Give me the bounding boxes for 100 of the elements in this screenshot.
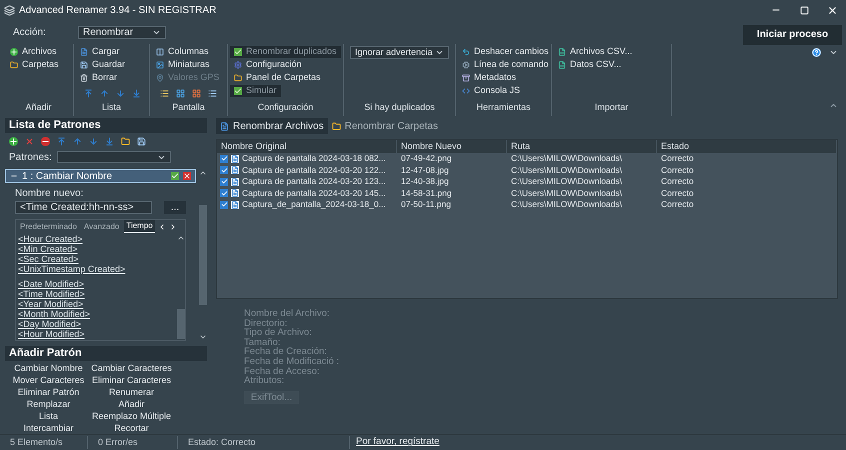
ribbon-button[interactable]: Metadatos bbox=[458, 72, 520, 84]
tag-link[interactable]: <Month Modified> bbox=[18, 309, 90, 319]
register-link[interactable]: Por favor, regístrate bbox=[356, 435, 440, 450]
ribbon-button[interactable]: Borrar bbox=[76, 72, 122, 84]
ribbon-button[interactable]: Deshacer cambios bbox=[458, 46, 553, 58]
method-button[interactable]: Eliminar Caracteres bbox=[90, 374, 173, 386]
ribbon-button[interactable]: Consola JS bbox=[458, 85, 524, 97]
detail-label: Fecha de Acceso: bbox=[244, 366, 321, 376]
arrow-down-icon bbox=[89, 137, 98, 146]
folder-icon bbox=[332, 122, 341, 130]
toggle-button[interactable]: Renombrar duplicados bbox=[230, 46, 341, 58]
delete-icon bbox=[80, 74, 88, 82]
code-icon bbox=[462, 87, 470, 95]
method-button[interactable]: Reemplazo Múltiple bbox=[90, 410, 173, 422]
method-button[interactable]: Recortar bbox=[90, 422, 173, 434]
collapse-icon bbox=[829, 101, 838, 110]
tag-link[interactable]: <Day Modified> bbox=[18, 319, 82, 329]
tag-link[interactable]: <Hour Modified> bbox=[18, 329, 85, 339]
method-button[interactable]: Cambiar Caracteres bbox=[90, 362, 173, 374]
tag-link[interactable]: <Time Modified> bbox=[18, 289, 85, 299]
arrow-up-bar-icon bbox=[84, 89, 93, 98]
chevron-right-icon bbox=[168, 222, 177, 230]
arrow-down-icon bbox=[116, 89, 125, 98]
ribbon-button[interactable]: Guardar bbox=[76, 59, 130, 71]
folder-icon bbox=[10, 61, 18, 69]
check-icon bbox=[171, 172, 179, 180]
scrollbar-thumb[interactable] bbox=[198, 205, 206, 305]
method-button[interactable]: Cambiar Nombre bbox=[7, 362, 90, 374]
undo-icon bbox=[462, 48, 470, 56]
method-button[interactable]: Intercambiar bbox=[7, 422, 90, 434]
table-cell-text: C:\Users\MILOW\Downloads\ bbox=[510, 186, 623, 200]
scrollbar[interactable] bbox=[198, 169, 207, 341]
save-icon bbox=[137, 137, 146, 146]
method-header[interactable]: 1 : Cambiar Nombre bbox=[5, 169, 196, 183]
method-button[interactable]: Eliminar Patrón bbox=[7, 386, 90, 398]
row-checkbox[interactable] bbox=[220, 200, 228, 209]
tag-link[interactable]: <Year Modified> bbox=[18, 299, 84, 309]
start-button[interactable]: Iniciar proceso bbox=[743, 24, 842, 44]
method-button[interactable]: Remplazar bbox=[7, 398, 90, 410]
table-cell-text: 12-40-38.jpg bbox=[400, 175, 450, 188]
tab[interactable]: Renombrar Carpetas bbox=[328, 118, 442, 134]
file-icon bbox=[231, 189, 239, 198]
method-button[interactable]: Mover Caracteres bbox=[7, 374, 90, 386]
check-icon bbox=[234, 48, 242, 56]
window-title: Advanced Renamer 3.94 - SIN REGISTRAR bbox=[19, 4, 218, 18]
table-cell-text: Correcto bbox=[660, 152, 695, 166]
arrow-up-icon bbox=[73, 137, 82, 146]
arrow-down-bar-icon bbox=[105, 137, 114, 146]
new-name-field[interactable]: <Time Created:hh-nn-ss> bbox=[15, 201, 152, 214]
tag-link[interactable]: <Min Created> bbox=[18, 244, 78, 254]
method-button[interactable]: Renumerar bbox=[90, 386, 173, 398]
row-checkbox[interactable] bbox=[220, 154, 228, 163]
method-button[interactable]: Lista bbox=[7, 410, 90, 422]
panel-header: Añadir Patrón bbox=[5, 346, 207, 361]
row-checkbox[interactable] bbox=[220, 189, 228, 198]
tab[interactable]: Predeterminado bbox=[18, 220, 79, 232]
document-icon bbox=[220, 122, 229, 130]
help-icon bbox=[812, 48, 821, 57]
ribbon-button[interactable]: Miniaturas bbox=[152, 59, 214, 71]
toggle-button[interactable]: Simular bbox=[230, 85, 281, 97]
document-icon bbox=[80, 48, 88, 56]
ribbon-button[interactable]: Configuración bbox=[230, 59, 306, 71]
detail-label: Nombre del Archivo: bbox=[244, 309, 331, 319]
row-checkbox[interactable] bbox=[220, 166, 228, 174]
column-header[interactable]: Nombre Nuevo bbox=[397, 140, 507, 153]
scrollbar-thumb[interactable] bbox=[176, 309, 184, 339]
table-cell-text: Correcto bbox=[660, 164, 695, 177]
ribbon-button[interactable]: Carpetas bbox=[6, 59, 63, 71]
tab[interactable]: Avanzado bbox=[82, 220, 122, 232]
tag-link[interactable]: <Sec Created> bbox=[18, 254, 79, 264]
column-header[interactable]: Estado bbox=[657, 140, 837, 153]
dropdown[interactable]: Ignorar advertencia bbox=[350, 46, 449, 59]
row-checkbox[interactable] bbox=[220, 178, 228, 186]
column-header[interactable]: Nombre Original bbox=[217, 140, 397, 153]
tab[interactable]: Renombrar Archivos bbox=[216, 118, 328, 134]
group-title: Herramientas bbox=[475, 100, 532, 114]
ribbon-button[interactable]: Datos CSV... bbox=[554, 59, 626, 71]
ribbon-button[interactable]: Columnas bbox=[152, 46, 213, 58]
ribbon-button[interactable]: Cargar bbox=[76, 46, 124, 58]
tag-link[interactable]: <UnixTimestamp Created> bbox=[18, 264, 126, 274]
tag-link[interactable]: <Hour Created> bbox=[18, 234, 83, 244]
ribbon-button[interactable]: Línea de comando bbox=[458, 59, 553, 71]
tag-link[interactable]: <Date Modified> bbox=[18, 279, 84, 289]
column-header[interactable]: Ruta bbox=[507, 140, 657, 153]
arrow-up-bar-icon bbox=[57, 137, 66, 146]
list-icon bbox=[160, 89, 169, 98]
table-cell-text: 07-49-42.png bbox=[400, 152, 453, 166]
grid-icon bbox=[192, 89, 201, 98]
group-title: Lista bbox=[100, 100, 122, 114]
tab[interactable]: Tiempo bbox=[124, 220, 155, 233]
plus-icon bbox=[10, 48, 18, 56]
method-button[interactable]: Añadir bbox=[90, 398, 173, 410]
detail-label: Tipo de Archivo: bbox=[244, 328, 313, 338]
ribbon-button[interactable]: Panel de Carpetas bbox=[230, 72, 325, 84]
ribbon-button[interactable]: Archivos CSV... bbox=[554, 46, 636, 58]
file-icon bbox=[231, 200, 239, 209]
table-cell-text: C:\Users\MILOW\Downloads\ bbox=[510, 198, 623, 212]
action-dropdown[interactable]: Renombrar bbox=[78, 26, 166, 38]
browse-button[interactable]: ... bbox=[164, 201, 186, 214]
ribbon-button[interactable]: Archivos bbox=[6, 46, 61, 58]
